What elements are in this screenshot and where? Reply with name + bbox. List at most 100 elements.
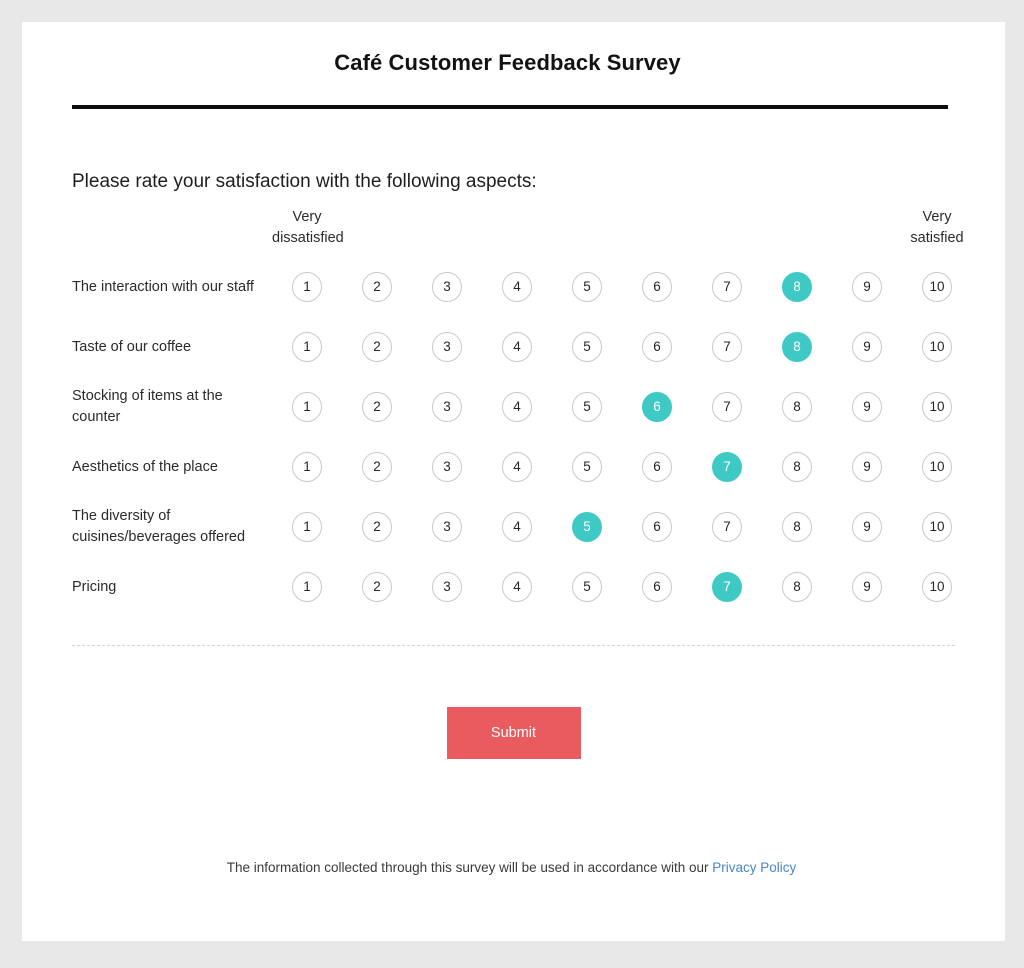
rating-option-cell: 9 [832,257,902,317]
rating-option-1[interactable]: 1 [292,392,322,423]
rating-option-7[interactable]: 7 [712,332,742,363]
rating-option-9[interactable]: 9 [852,572,882,603]
rating-option-2[interactable]: 2 [362,272,392,303]
rating-option-4[interactable]: 4 [502,572,532,603]
rating-option-cell: 4 [482,497,552,557]
rating-option-10[interactable]: 10 [922,452,952,483]
rating-option-4[interactable]: 4 [502,392,532,423]
rating-option-4[interactable]: 4 [502,512,532,543]
survey-header: Café Customer Feedback Survey [22,22,1005,109]
rating-option-6[interactable]: 6 [642,512,672,543]
rating-option-7[interactable]: 7 [712,512,742,543]
submit-row: Submit [72,707,955,760]
rating-option-10[interactable]: 10 [922,272,952,303]
rating-option-cell: 4 [482,377,552,437]
rating-option-8[interactable]: 8 [782,392,812,423]
rating-option-cell: 2 [342,317,412,377]
rating-option-9[interactable]: 9 [852,272,882,303]
rating-option-9[interactable]: 9 [852,332,882,363]
rating-option-cell: 7 [692,497,762,557]
rating-option-8[interactable]: 8 [782,572,812,603]
survey-body: Please rate your satisfaction with the f… [22,171,1005,875]
rating-option-2[interactable]: 2 [362,332,392,363]
rating-option-5[interactable]: 5 [572,272,602,303]
rating-option-6[interactable]: 6 [642,452,672,483]
rating-option-7[interactable]: 7 [712,572,742,603]
rating-option-3[interactable]: 3 [432,272,462,303]
anchor-gap-5 [552,207,622,257]
rating-option-3[interactable]: 3 [432,572,462,603]
rating-option-5[interactable]: 5 [572,512,602,543]
rating-option-cell: 8 [762,557,832,617]
rating-option-3[interactable]: 3 [432,512,462,543]
rating-option-cell: 4 [482,317,552,377]
rating-option-5[interactable]: 5 [572,392,602,423]
table-row: Pricing 1 2 3 4 5 6 7 8 9 10 [72,557,972,617]
rating-option-cell: 2 [342,557,412,617]
privacy-policy-link[interactable]: Privacy Policy [712,860,796,875]
rating-option-1[interactable]: 1 [292,452,322,483]
rating-option-cell: 3 [412,497,482,557]
rating-matrix: Very dissatisfied Very satisfied The int… [72,207,972,617]
rating-option-3[interactable]: 3 [432,452,462,483]
rating-option-cell: 6 [622,257,692,317]
rating-option-10[interactable]: 10 [922,392,952,423]
rating-option-2[interactable]: 2 [362,572,392,603]
rating-option-2[interactable]: 2 [362,512,392,543]
rating-option-2[interactable]: 2 [362,392,392,423]
rating-option-7[interactable]: 7 [712,272,742,303]
rating-row-label: Pricing [72,578,117,595]
rating-option-7[interactable]: 7 [712,392,742,423]
rating-option-3[interactable]: 3 [432,332,462,363]
rating-option-cell: 2 [342,437,412,497]
rating-option-3[interactable]: 3 [432,392,462,423]
rating-option-1[interactable]: 1 [292,572,322,603]
rating-option-4[interactable]: 4 [502,272,532,303]
rating-option-4[interactable]: 4 [502,332,532,363]
rating-option-7[interactable]: 7 [712,452,742,483]
rating-option-8[interactable]: 8 [782,332,812,363]
rating-option-5[interactable]: 5 [572,572,602,603]
submit-button[interactable]: Submit [446,707,581,760]
rating-option-2[interactable]: 2 [362,452,392,483]
rating-option-5[interactable]: 5 [572,452,602,483]
rating-option-8[interactable]: 8 [782,452,812,483]
anchor-gap-8 [762,207,832,257]
rating-option-1[interactable]: 1 [292,272,322,303]
rating-option-cell: 1 [272,557,342,617]
rating-option-cell: 2 [342,497,412,557]
rating-option-10[interactable]: 10 [922,572,952,603]
rating-option-10[interactable]: 10 [922,512,952,543]
rating-option-8[interactable]: 8 [782,272,812,303]
rating-option-cell: 9 [832,377,902,437]
rating-option-9[interactable]: 9 [852,392,882,423]
rating-option-10[interactable]: 10 [922,332,952,363]
rating-option-1[interactable]: 1 [292,512,322,543]
rating-option-9[interactable]: 9 [852,512,882,543]
rating-option-6[interactable]: 6 [642,272,672,303]
anchor-gap-4 [482,207,552,257]
anchor-gap-6 [622,207,692,257]
rating-option-6[interactable]: 6 [642,392,672,423]
rating-option-6[interactable]: 6 [642,332,672,363]
table-row: The interaction with our staff 1 2 3 4 5 6 7 8 9 1… [72,257,972,317]
rating-option-cell: 5 [552,497,622,557]
table-row: Stocking of items at the counter 1 2 3 4 5 6 7 8… [72,377,972,437]
rating-option-cell: 1 [272,377,342,437]
rating-option-cell: 4 [482,557,552,617]
rating-option-cell: 8 [762,317,832,377]
anchor-gap-3 [412,207,482,257]
rating-option-9[interactable]: 9 [852,452,882,483]
rating-option-cell: 4 [482,257,552,317]
rating-option-cell: 10 [902,437,972,497]
table-row: Taste of our coffee 1 2 3 4 5 6 7 8 9 10 [72,317,972,377]
rating-option-4[interactable]: 4 [502,452,532,483]
rating-option-6[interactable]: 6 [642,572,672,603]
rating-option-8[interactable]: 8 [782,512,812,543]
anchor-spacer [72,207,272,257]
rating-option-1[interactable]: 1 [292,332,322,363]
rating-option-cell: 10 [902,257,972,317]
rating-option-5[interactable]: 5 [572,332,602,363]
rating-option-cell: 7 [692,317,762,377]
rating-option-cell: 7 [692,437,762,497]
